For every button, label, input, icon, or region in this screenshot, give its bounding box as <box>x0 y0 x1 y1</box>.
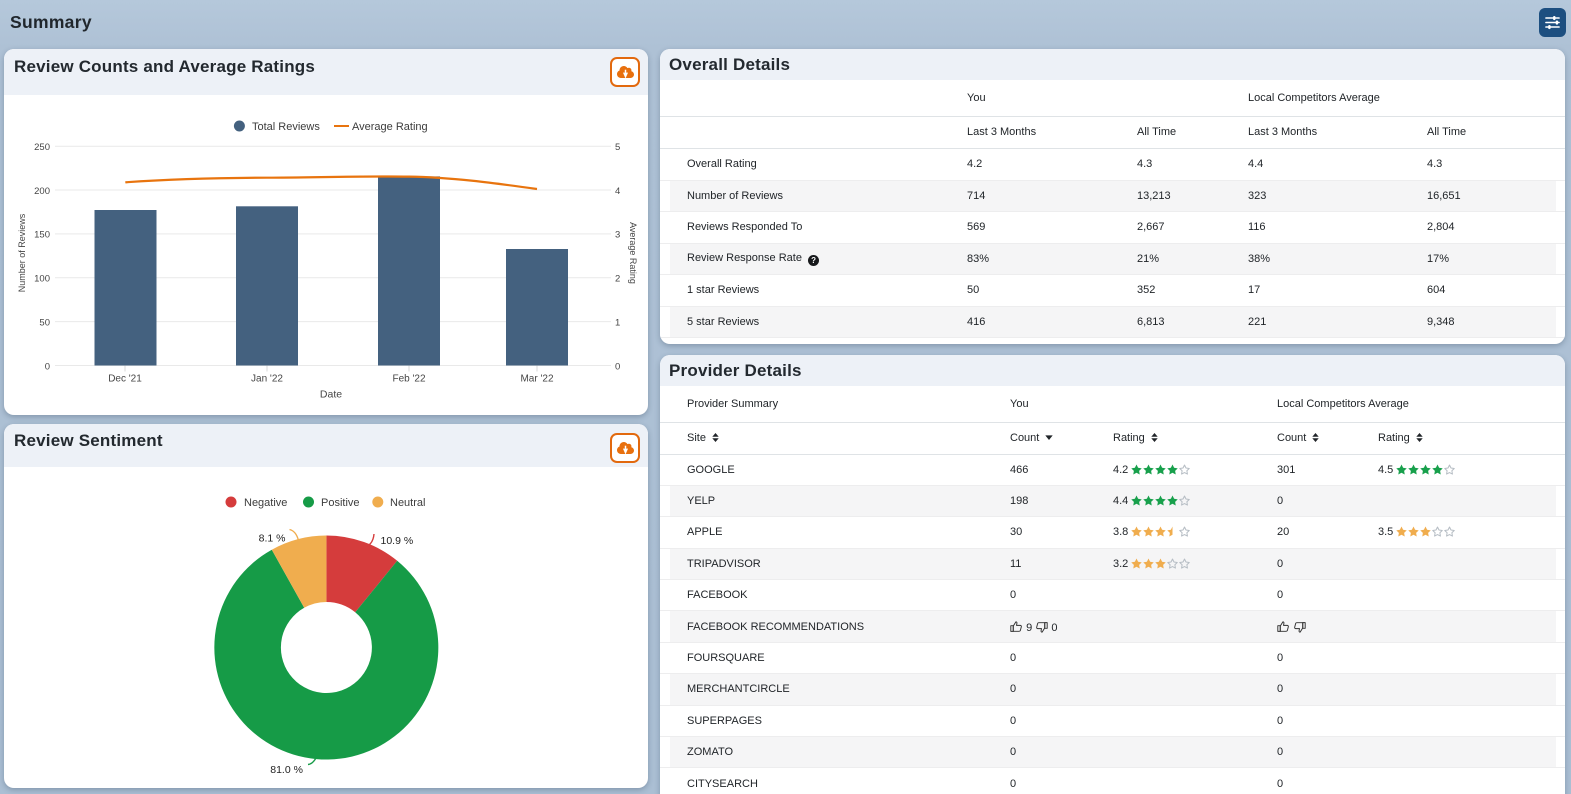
svg-text:2: 2 <box>615 274 620 285</box>
svg-text:Dec '21: Dec '21 <box>108 374 142 385</box>
svg-text:3: 3 <box>615 230 620 241</box>
svg-text:Total Reviews: Total Reviews <box>252 121 320 133</box>
svg-text:200: 200 <box>34 186 50 197</box>
svg-text:5: 5 <box>615 142 620 153</box>
svg-text:0: 0 <box>615 361 620 372</box>
svg-text:100: 100 <box>34 274 50 285</box>
svg-text:Number of Reviews: Number of Reviews <box>17 213 27 292</box>
svg-text:50: 50 <box>39 317 50 328</box>
svg-text:10.9 %: 10.9 % <box>381 535 414 547</box>
svg-text:Feb '22: Feb '22 <box>392 374 425 385</box>
svg-text:Average Rating: Average Rating <box>628 222 638 284</box>
svg-text:4: 4 <box>615 186 620 197</box>
svg-text:Average Rating: Average Rating <box>352 121 428 133</box>
svg-text:Date: Date <box>320 389 342 401</box>
svg-text:Neutral: Neutral <box>390 497 425 509</box>
svg-text:1: 1 <box>615 317 620 328</box>
svg-text:Mar '22: Mar '22 <box>520 374 553 385</box>
svg-text:Positive: Positive <box>321 497 360 509</box>
svg-text:250: 250 <box>34 142 50 153</box>
svg-text:Jan '22: Jan '22 <box>251 374 283 385</box>
svg-text:8.1 %: 8.1 % <box>259 533 286 545</box>
svg-text:81.0 %: 81.0 % <box>270 764 303 776</box>
svg-text:Negative: Negative <box>244 497 287 509</box>
svg-text:150: 150 <box>34 230 50 241</box>
svg-text:0: 0 <box>45 361 50 372</box>
